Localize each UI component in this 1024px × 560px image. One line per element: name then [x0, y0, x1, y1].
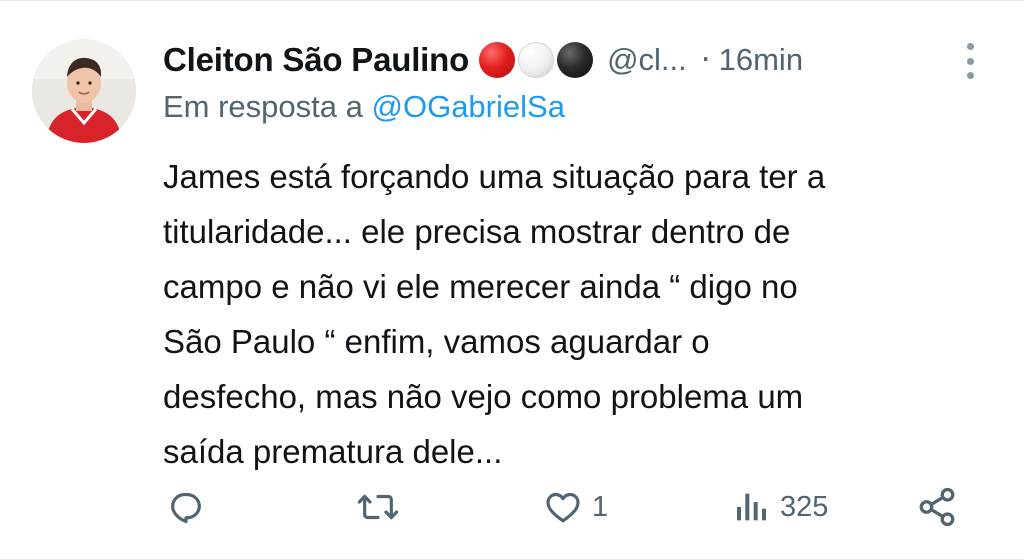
like-button[interactable]: 1	[542, 479, 608, 535]
red-circle-icon	[479, 42, 516, 78]
retweet-icon	[357, 494, 399, 520]
white-circle-icon	[518, 42, 555, 78]
tweet-header: Cleiton São Paulino @cl... · 16min	[163, 37, 803, 83]
display-name[interactable]: Cleiton São Paulino	[163, 41, 469, 79]
views-button[interactable]: 325	[732, 479, 828, 535]
timestamp[interactable]: 16min	[719, 42, 803, 78]
flag-emoji-group	[479, 42, 594, 78]
reply-icon	[171, 492, 201, 524]
action-bar: 1 325	[0, 479, 1024, 535]
retweet-button[interactable]	[356, 479, 408, 535]
like-count: 1	[592, 490, 609, 523]
avatar[interactable]	[32, 39, 136, 143]
share-icon	[919, 487, 955, 527]
views-icon	[737, 493, 766, 521]
views-count: 325	[780, 490, 829, 523]
share-button[interactable]	[916, 479, 958, 535]
reply-context: Em resposta a @OGabrielSa	[163, 89, 565, 125]
separator-dot: ·	[700, 42, 711, 78]
user-handle[interactable]: @cl...	[607, 42, 687, 78]
tweet-card[interactable]: Cleiton São Paulino @cl... · 16min Em re…	[0, 0, 1024, 560]
black-circle-icon	[557, 42, 594, 78]
heart-icon	[546, 492, 580, 523]
reply-button[interactable]	[166, 479, 214, 535]
reply-prefix: Em resposta a	[163, 89, 363, 124]
tweet-text: James está forçando uma situação para te…	[163, 158, 826, 470]
reply-mention-link[interactable]: @OGabrielSa	[372, 89, 565, 124]
more-options-icon[interactable]	[958, 43, 982, 79]
